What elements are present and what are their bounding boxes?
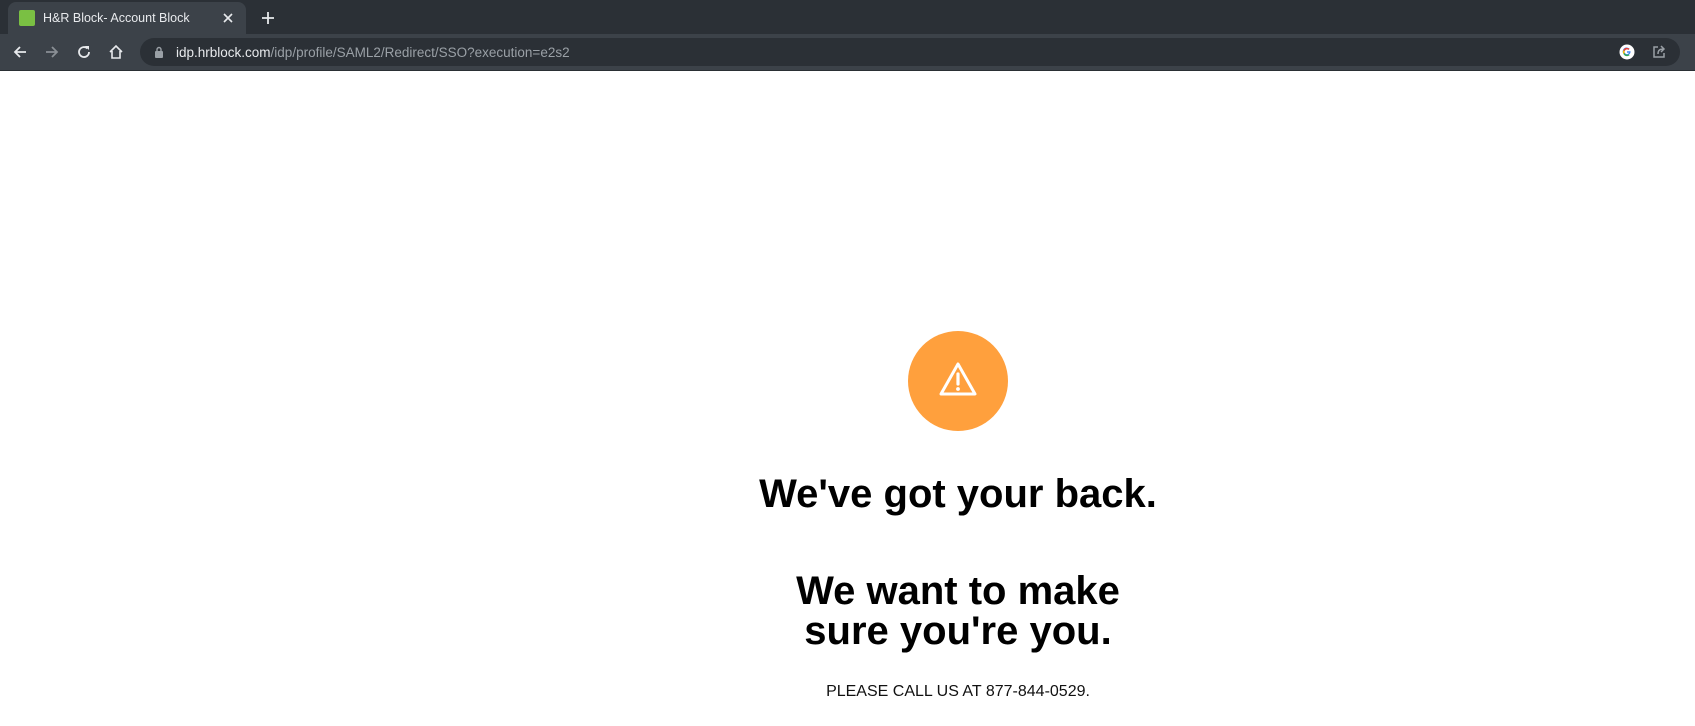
headline-verify: We want to make sure you're you. <box>796 569 1120 653</box>
back-arrow-icon[interactable] <box>8 40 32 64</box>
address-bar-actions <box>1618 43 1668 61</box>
page-content: We've got your back. We want to make sur… <box>0 71 1695 726</box>
alert-badge <box>908 331 1008 431</box>
google-icon[interactable] <box>1618 43 1636 61</box>
headline-support: We've got your back. <box>759 472 1157 516</box>
url-path: /idp/profile/SAML2/Redirect/SSO?executio… <box>270 44 570 60</box>
warning-triangle-icon <box>938 361 978 402</box>
close-icon[interactable] <box>218 8 238 28</box>
plus-icon[interactable] <box>256 6 280 30</box>
tab-hr-block-account-block[interactable]: H&R Block- Account Block <box>8 2 246 34</box>
share-icon[interactable] <box>1650 43 1668 61</box>
browser-toolbar: idp.hrblock.com/idp/profile/SAML2/Redire… <box>0 34 1695 71</box>
browser-window: H&R Block- Account Block idp.hrblock.com… <box>0 0 1695 726</box>
url-text: idp.hrblock.com/idp/profile/SAML2/Redire… <box>176 45 570 60</box>
address-bar[interactable]: idp.hrblock.com/idp/profile/SAML2/Redire… <box>140 38 1680 66</box>
lock-icon[interactable] <box>152 45 166 59</box>
forward-arrow-icon[interactable] <box>40 40 64 64</box>
url-host: idp.hrblock.com <box>176 44 271 60</box>
tab-strip: H&R Block- Account Block <box>0 0 1695 34</box>
tab-title: H&R Block- Account Block <box>43 11 190 25</box>
home-icon[interactable] <box>104 40 128 64</box>
reload-icon[interactable] <box>72 40 96 64</box>
call-instruction: PLEASE CALL US AT 877-844-0529. <box>826 683 1090 700</box>
hr-block-favicon-icon <box>19 10 35 26</box>
